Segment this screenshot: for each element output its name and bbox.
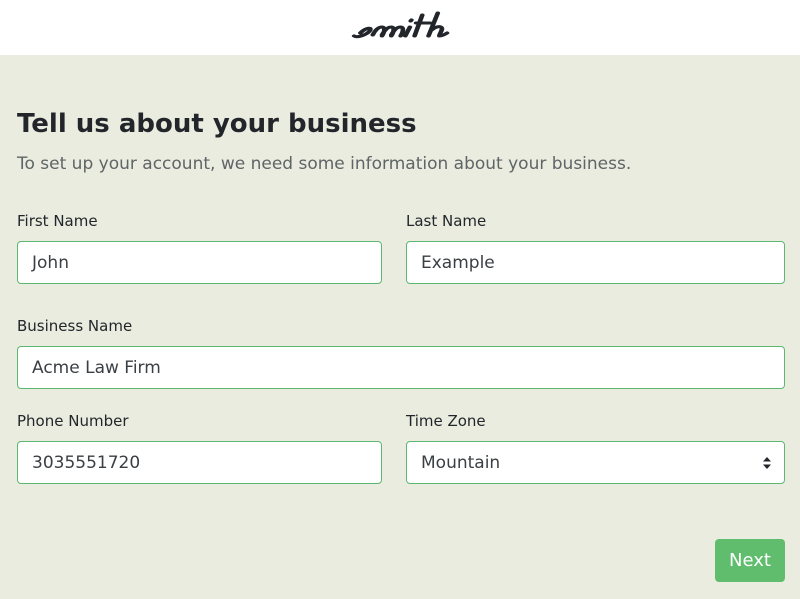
first-name-input[interactable]: John	[17, 241, 382, 284]
business-name-input[interactable]: Acme Law Firm	[17, 346, 785, 389]
last-name-value: Example	[421, 252, 495, 273]
phone-number-input[interactable]: 3035551720	[17, 441, 382, 484]
time-zone-select[interactable]: Mountain	[406, 441, 785, 484]
select-arrows-icon	[763, 457, 771, 469]
last-name-label: Last Name	[406, 212, 487, 230]
phone-number-value: 3035551720	[32, 452, 141, 473]
business-name-value: Acme Law Firm	[32, 357, 161, 378]
business-name-label: Business Name	[17, 317, 133, 335]
page-subtitle: To set up your account, we need some inf…	[17, 154, 632, 174]
time-zone-value: Mountain	[421, 452, 501, 473]
first-name-value: John	[32, 252, 69, 273]
next-button[interactable]: Next	[715, 539, 785, 582]
phone-number-label: Phone Number	[17, 412, 129, 430]
last-name-input[interactable]: Example	[406, 241, 785, 284]
first-name-label: First Name	[17, 212, 98, 230]
page-title: Tell us about your business	[17, 109, 417, 139]
smith-logo[interactable]	[348, 5, 456, 45]
time-zone-label: Time Zone	[406, 412, 486, 430]
top-bar	[0, 0, 800, 55]
